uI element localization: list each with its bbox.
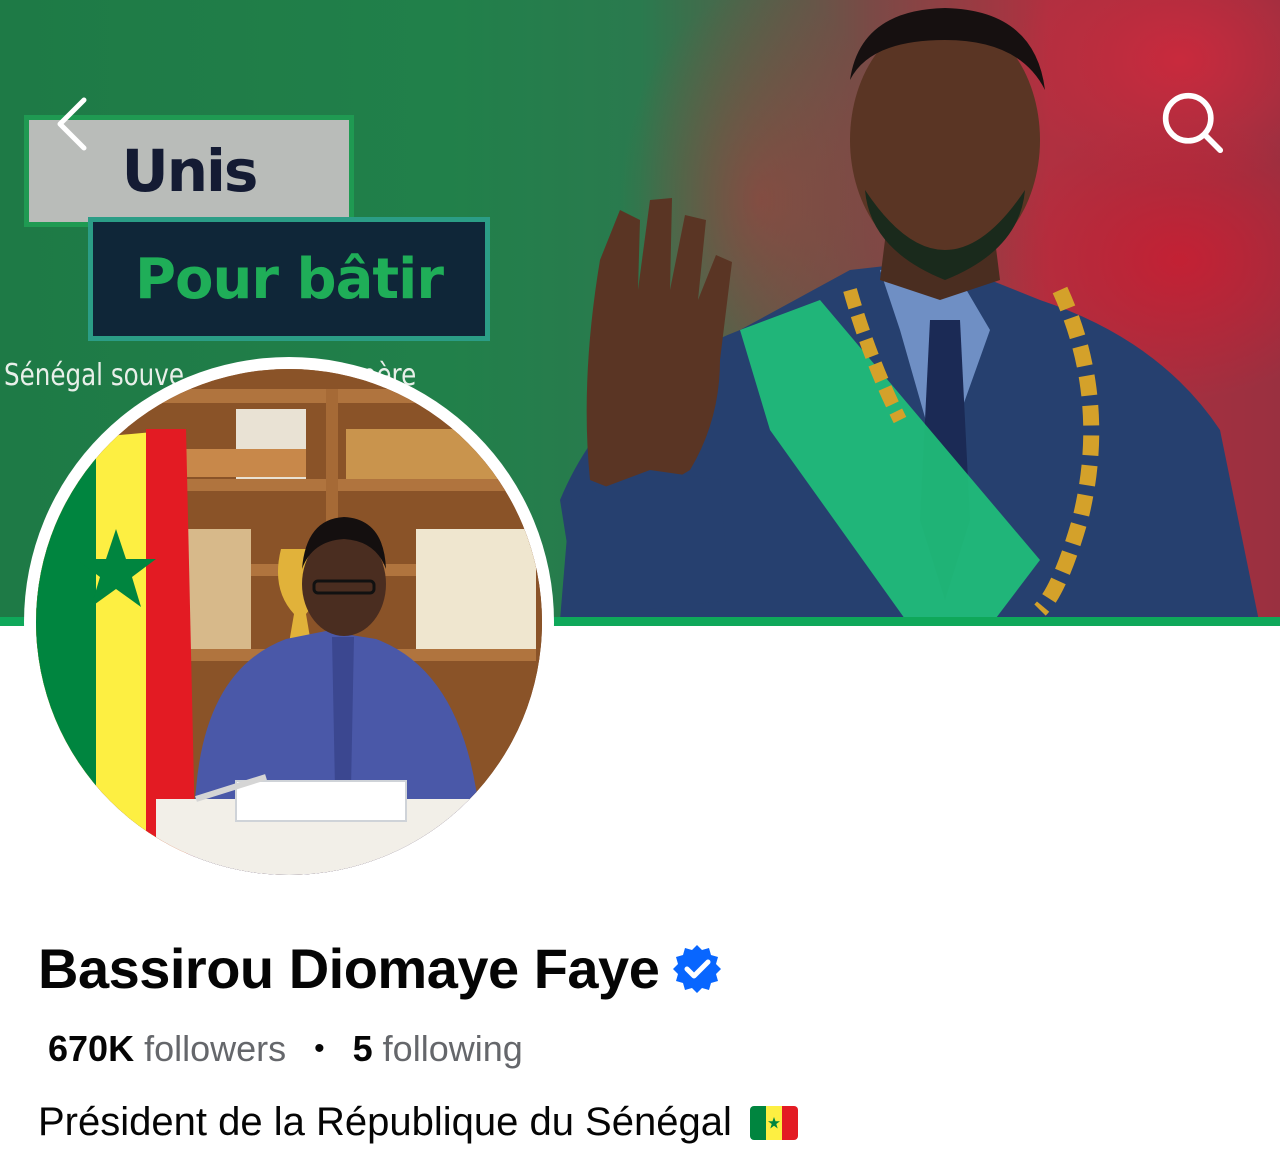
chevron-left-icon — [57, 97, 87, 151]
search-icon — [1162, 92, 1224, 154]
cover-banner-pour-batir: Pour bâtir — [88, 217, 490, 341]
following-label: following — [382, 1028, 523, 1069]
followers-link[interactable]: 670K followers — [48, 1028, 286, 1070]
profile-avatar[interactable] — [24, 357, 554, 887]
cover-caption-text: Sénégal souve — [4, 358, 184, 393]
profile-name-row: Bassirou Diomaye Faye — [38, 936, 723, 1001]
avatar-illustration — [36, 369, 542, 875]
profile-stats: 670K followers • 5 following — [48, 1028, 523, 1070]
profile-bio-text: Président de la République du Sénégal — [38, 1100, 732, 1144]
profile-bio: Président de la République du Sénégal — [38, 1100, 798, 1145]
verified-badge-icon[interactable] — [671, 943, 723, 995]
cover-banner-unis-text: Unis — [121, 137, 259, 205]
followers-label: followers — [144, 1028, 287, 1069]
followers-count: 670K — [48, 1028, 135, 1069]
senegal-flag-icon — [749, 1105, 798, 1140]
following-link[interactable]: 5 following — [353, 1028, 523, 1070]
back-button[interactable] — [40, 92, 104, 156]
cover-banner-pour-batir-text: Pour bâtir — [135, 246, 444, 312]
search-button[interactable] — [1160, 90, 1224, 154]
stats-separator: • — [314, 1032, 325, 1065]
following-count: 5 — [352, 1028, 373, 1069]
profile-name: Bassirou Diomaye Faye — [38, 937, 660, 1000]
profile-avatar-image — [36, 369, 542, 875]
cover-person-illustration — [560, 8, 1260, 626]
